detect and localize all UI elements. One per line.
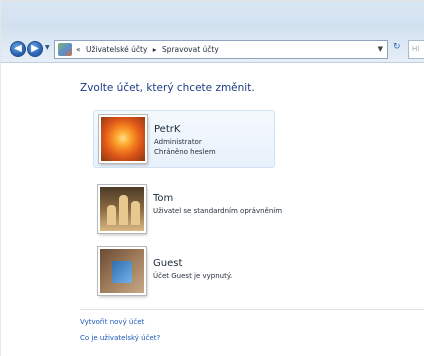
account-picture-guest: [98, 247, 146, 295]
main-content: Zvolte účet, který chcete změnit. PetrK …: [1, 63, 424, 356]
breadcrumb-manage-accounts[interactable]: Spravovat účty: [162, 45, 219, 54]
refresh-icon: ↻: [393, 42, 401, 52]
address-bar[interactable]: « Uživatelské účty ▸ Spravovat účty ▼: [54, 40, 388, 59]
breadcrumb-overflow[interactable]: «: [76, 45, 81, 54]
account-name: PetrK: [154, 124, 181, 135]
forward-button[interactable]: ▶: [27, 41, 43, 57]
forward-arrow-icon: ▶: [31, 43, 39, 54]
recent-pages-dropdown[interactable]: ▼: [45, 45, 51, 51]
breadcrumb-user-accounts[interactable]: Uživatelské účty: [86, 45, 147, 54]
search-placeholder: Hl: [412, 45, 420, 53]
account-name: Guest: [153, 258, 183, 269]
refresh-button[interactable]: ↻: [393, 42, 401, 52]
chess-piece: [131, 201, 140, 225]
back-button[interactable]: ◀: [10, 41, 26, 57]
breadcrumb: « Uživatelské účty ▸ Spravovat účty: [76, 44, 222, 56]
window: ◀ ▶ ▼ « Uživatelské účty ▸ Spravovat účt…: [0, 0, 424, 356]
account-type: Administrator: [154, 138, 202, 146]
account-picture-chess: [98, 185, 146, 233]
back-arrow-icon: ◀: [14, 43, 22, 54]
breadcrumb-separator[interactable]: ▸: [153, 45, 157, 54]
briefcase-icon: [112, 261, 132, 283]
chess-piece: [107, 205, 116, 225]
page-title: Zvolte účet, který chcete změnit.: [80, 82, 255, 94]
create-account-link[interactable]: Vytvořit nový účet: [80, 318, 144, 326]
chevron-down-icon[interactable]: ▼: [378, 45, 383, 53]
chess-piece: [119, 195, 128, 225]
account-type: Uživatel se standardním oprávněním: [153, 207, 283, 215]
account-tile-tom[interactable]: Tom Uživatel se standardním oprávněním: [93, 181, 282, 239]
window-chrome: ◀ ▶ ▼ « Uživatelské účty ▸ Spravovat účt…: [1, 1, 424, 63]
account-picture-flower: [99, 115, 147, 163]
account-tile-petrk[interactable]: PetrK Administrator Chráněno heslem: [93, 110, 275, 168]
control-panel-icon: [58, 43, 72, 56]
divider: [80, 309, 424, 310]
search-input[interactable]: Hl: [408, 40, 424, 59]
what-is-account-link[interactable]: Co je uživatelský účet?: [80, 334, 160, 342]
account-name: Tom: [153, 193, 174, 204]
account-status: Účet Guest je vypnutý.: [153, 272, 233, 280]
account-tile-guest[interactable]: Guest Účet Guest je vypnutý.: [93, 243, 275, 301]
account-password-status: Chráněno heslem: [154, 148, 216, 156]
